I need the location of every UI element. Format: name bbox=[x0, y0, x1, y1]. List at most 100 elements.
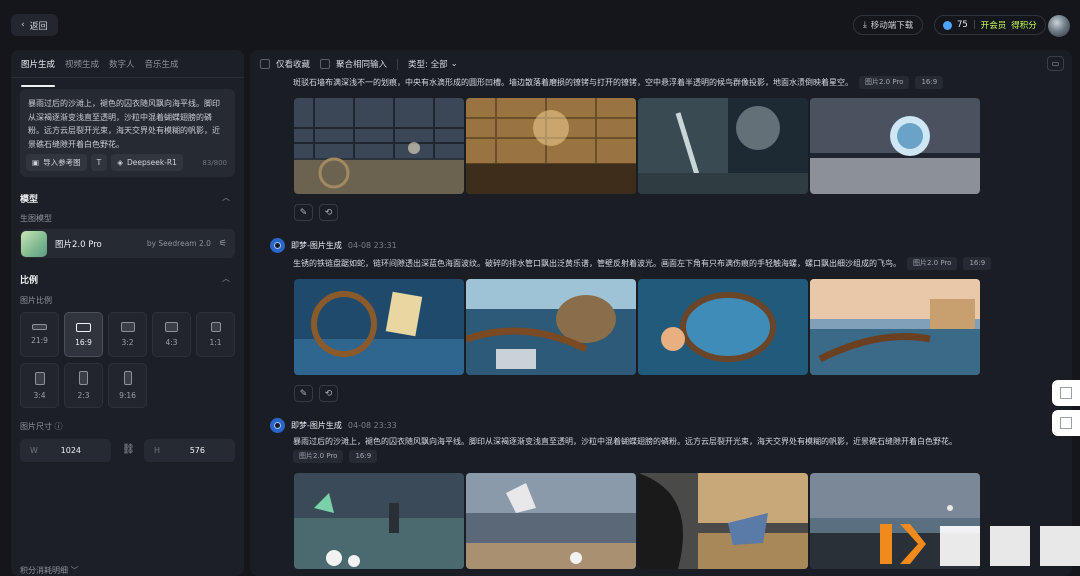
import-reference-label: 导入参考图 bbox=[43, 158, 81, 167]
generated-image[interactable] bbox=[294, 473, 464, 569]
refresh-icon[interactable]: ⟲ bbox=[319, 204, 338, 221]
generated-image[interactable] bbox=[638, 473, 808, 569]
chevron-up-icon[interactable]: ︿ bbox=[222, 273, 230, 284]
width-field[interactable]: W 1024 bbox=[20, 439, 111, 462]
favorites-filter[interactable]: 仅看收藏 bbox=[260, 58, 310, 70]
text-format-button[interactable]: T bbox=[90, 154, 108, 171]
model-provider: by Seedream 2.0 bbox=[146, 239, 211, 248]
floating-image-button[interactable] bbox=[1052, 410, 1080, 436]
generated-image[interactable] bbox=[810, 279, 980, 375]
generation-prompt: 暴雨过后的沙滩上，褪色的囚衣随风飘向海平线。脚印从深褐逐渐变浅直至透明，沙粒中混… bbox=[293, 437, 957, 446]
ratio-shape-icon bbox=[34, 371, 45, 385]
results-panel: 仅看收藏 聚合相同输入 类型: 全部 ⌄ ▭ 斑驳石墙布满深浅不一的划痕，中央有… bbox=[250, 50, 1072, 576]
generation-actions: ✎ ⟲ bbox=[294, 385, 338, 402]
favorites-label: 仅看收藏 bbox=[276, 60, 311, 70]
model-name: 图片2.0 Pro bbox=[55, 239, 102, 250]
model-section-title: 模型 bbox=[20, 195, 39, 205]
prompt-toolbar: ▣ 导入参考图 T ◈ Deepseek-R1 83/800 bbox=[26, 154, 227, 171]
generation-time: 04-08 23:31 bbox=[347, 241, 397, 250]
ratio-option-3-4[interactable]: 3:4 bbox=[20, 363, 59, 408]
aggregate-filter[interactable]: 聚合相同输入 bbox=[320, 58, 387, 70]
generated-image[interactable] bbox=[466, 98, 636, 194]
model-chip: 图片2.0 Pro bbox=[907, 257, 958, 270]
ratio-shape-icon bbox=[210, 322, 221, 332]
image-icon bbox=[1060, 417, 1072, 429]
ratio-shape-icon bbox=[79, 371, 88, 385]
jimeng-logo-icon bbox=[270, 238, 285, 253]
model-selector[interactable]: 图片2.0 Pro by Seedream 2.0 ⚟ bbox=[20, 229, 235, 258]
import-reference-button[interactable]: ▣ 导入参考图 bbox=[26, 154, 87, 171]
height-field[interactable]: H 576 bbox=[144, 439, 235, 462]
generated-image[interactable] bbox=[466, 279, 636, 375]
top-bar: ‹ 返回 ⤓ 移动端下载 75 | 开会员 得积分 bbox=[0, 0, 1080, 46]
pencil-icon[interactable]: ✎ bbox=[294, 204, 313, 221]
credit-details-link[interactable]: 积分消耗明细 ﹀ bbox=[20, 565, 79, 576]
tab-music[interactable]: 音乐生成 bbox=[145, 58, 179, 77]
generated-image[interactable] bbox=[810, 98, 980, 194]
ratio-option-3-2[interactable]: 3:2 bbox=[108, 312, 147, 357]
link-icon[interactable]: ⛓ bbox=[122, 444, 135, 455]
model-thumbnail bbox=[21, 230, 47, 257]
sliders-icon[interactable]: ⚟ bbox=[219, 239, 227, 249]
back-label: 返回 bbox=[29, 21, 48, 32]
ratio-chip: 16:9 bbox=[915, 76, 944, 89]
generation-header: 即梦-图片生成 04-08 23:31 bbox=[270, 238, 397, 253]
height-value[interactable]: 576 bbox=[190, 446, 205, 455]
type-label: 类型: 全部 bbox=[408, 60, 448, 70]
prompt-input[interactable]: 暴雨过后的沙滩上，褪色的囚衣随风飘向海平线。脚印从深褐逐渐变浅直至透明，沙粒中混… bbox=[20, 89, 235, 177]
tab-digital-human[interactable]: 数字人 bbox=[109, 58, 135, 77]
ratio-option-9-16[interactable]: 9:16 bbox=[108, 363, 147, 408]
user-avatar[interactable] bbox=[1048, 15, 1070, 37]
left-panel: 图片生成 视频生成 数字人 音乐生成 暴雨过后的沙滩上，褪色的囚衣随风飘向海平线… bbox=[11, 50, 244, 576]
ratio-option-1-1[interactable]: 1:1 bbox=[196, 312, 235, 357]
prompt-text[interactable]: 暴雨过后的沙滩上，褪色的囚衣随风飘向海平线。脚印从深褐逐渐变浅直至透明，沙粒中混… bbox=[28, 97, 227, 150]
credits-badge[interactable]: 75 | 开会员 得积分 bbox=[934, 15, 1046, 35]
deepseek-icon: ◈ bbox=[117, 158, 123, 167]
filter-bar: 仅看收藏 聚合相同输入 类型: 全部 ⌄ bbox=[260, 57, 458, 71]
ratio-shape-icon bbox=[32, 324, 47, 330]
chevron-up-icon[interactable]: ︿ bbox=[222, 192, 230, 203]
deepseek-button[interactable]: ◈ Deepseek-R1 bbox=[111, 154, 183, 171]
type-dropdown[interactable]: 类型: 全部 ⌄ bbox=[408, 58, 458, 70]
folder-icon[interactable]: ▭ bbox=[1047, 56, 1064, 71]
refresh-icon[interactable]: ⟲ bbox=[319, 385, 338, 402]
info-icon[interactable]: ⓘ bbox=[55, 422, 63, 431]
ratio-label: 2:3 bbox=[77, 391, 90, 400]
chevron-down-icon: ﹀ bbox=[70, 566, 79, 575]
chevron-down-icon: ⌄ bbox=[450, 59, 458, 69]
generated-image[interactable] bbox=[638, 98, 808, 194]
back-button[interactable]: ‹ 返回 bbox=[11, 14, 58, 36]
jimeng-logo-icon bbox=[270, 418, 285, 433]
generation-prompt: 生锈的铁链盘踞如蛇，链环间隙透出深蓝色海面波纹。破碎的排水管口飘出泛黄乐谱，管壁… bbox=[293, 257, 992, 270]
favorites-checkbox[interactable] bbox=[260, 59, 270, 69]
ratio-label: 1:1 bbox=[209, 338, 222, 347]
aggregate-checkbox[interactable] bbox=[320, 59, 331, 69]
char-count: 83/800 bbox=[202, 158, 227, 167]
image-icon bbox=[1060, 387, 1072, 399]
generation-time: 04-08 23:33 bbox=[347, 421, 397, 430]
width-key: W bbox=[30, 446, 38, 455]
mobile-download-label: 移动端下载 bbox=[870, 21, 914, 31]
ratio-option-21-9[interactable]: 21:9 bbox=[20, 312, 59, 357]
tab-video[interactable]: 视频生成 bbox=[65, 58, 99, 77]
ratio-option-2-3[interactable]: 2:3 bbox=[64, 363, 103, 408]
width-value[interactable]: 1024 bbox=[61, 446, 81, 455]
credit-coin-icon bbox=[943, 20, 952, 30]
ratio-chip: 16:9 bbox=[963, 257, 992, 270]
mobile-download-button[interactable]: ⤓ 移动端下载 bbox=[853, 15, 924, 35]
pencil-icon[interactable]: ✎ bbox=[294, 385, 313, 402]
tab-image[interactable]: 图片生成 bbox=[21, 58, 56, 87]
height-key: H bbox=[154, 446, 161, 455]
generated-image[interactable] bbox=[466, 473, 636, 569]
generation-chips: 图片2.0 Pro 16:9 bbox=[293, 450, 383, 463]
ratio-option-16-9[interactable]: 16:9 bbox=[64, 312, 103, 357]
generated-image[interactable] bbox=[294, 279, 464, 375]
floating-image-button[interactable] bbox=[1052, 380, 1080, 406]
model-chip: 图片2.0 Pro bbox=[293, 450, 344, 463]
ratio-option-4-3[interactable]: 4:3 bbox=[152, 312, 191, 357]
download-icon: ⤓ bbox=[863, 20, 867, 30]
ratio-label: 4:3 bbox=[165, 338, 178, 347]
generated-image[interactable] bbox=[638, 279, 808, 375]
generated-image[interactable] bbox=[294, 98, 464, 194]
ratio-label: 3:2 bbox=[121, 338, 134, 347]
